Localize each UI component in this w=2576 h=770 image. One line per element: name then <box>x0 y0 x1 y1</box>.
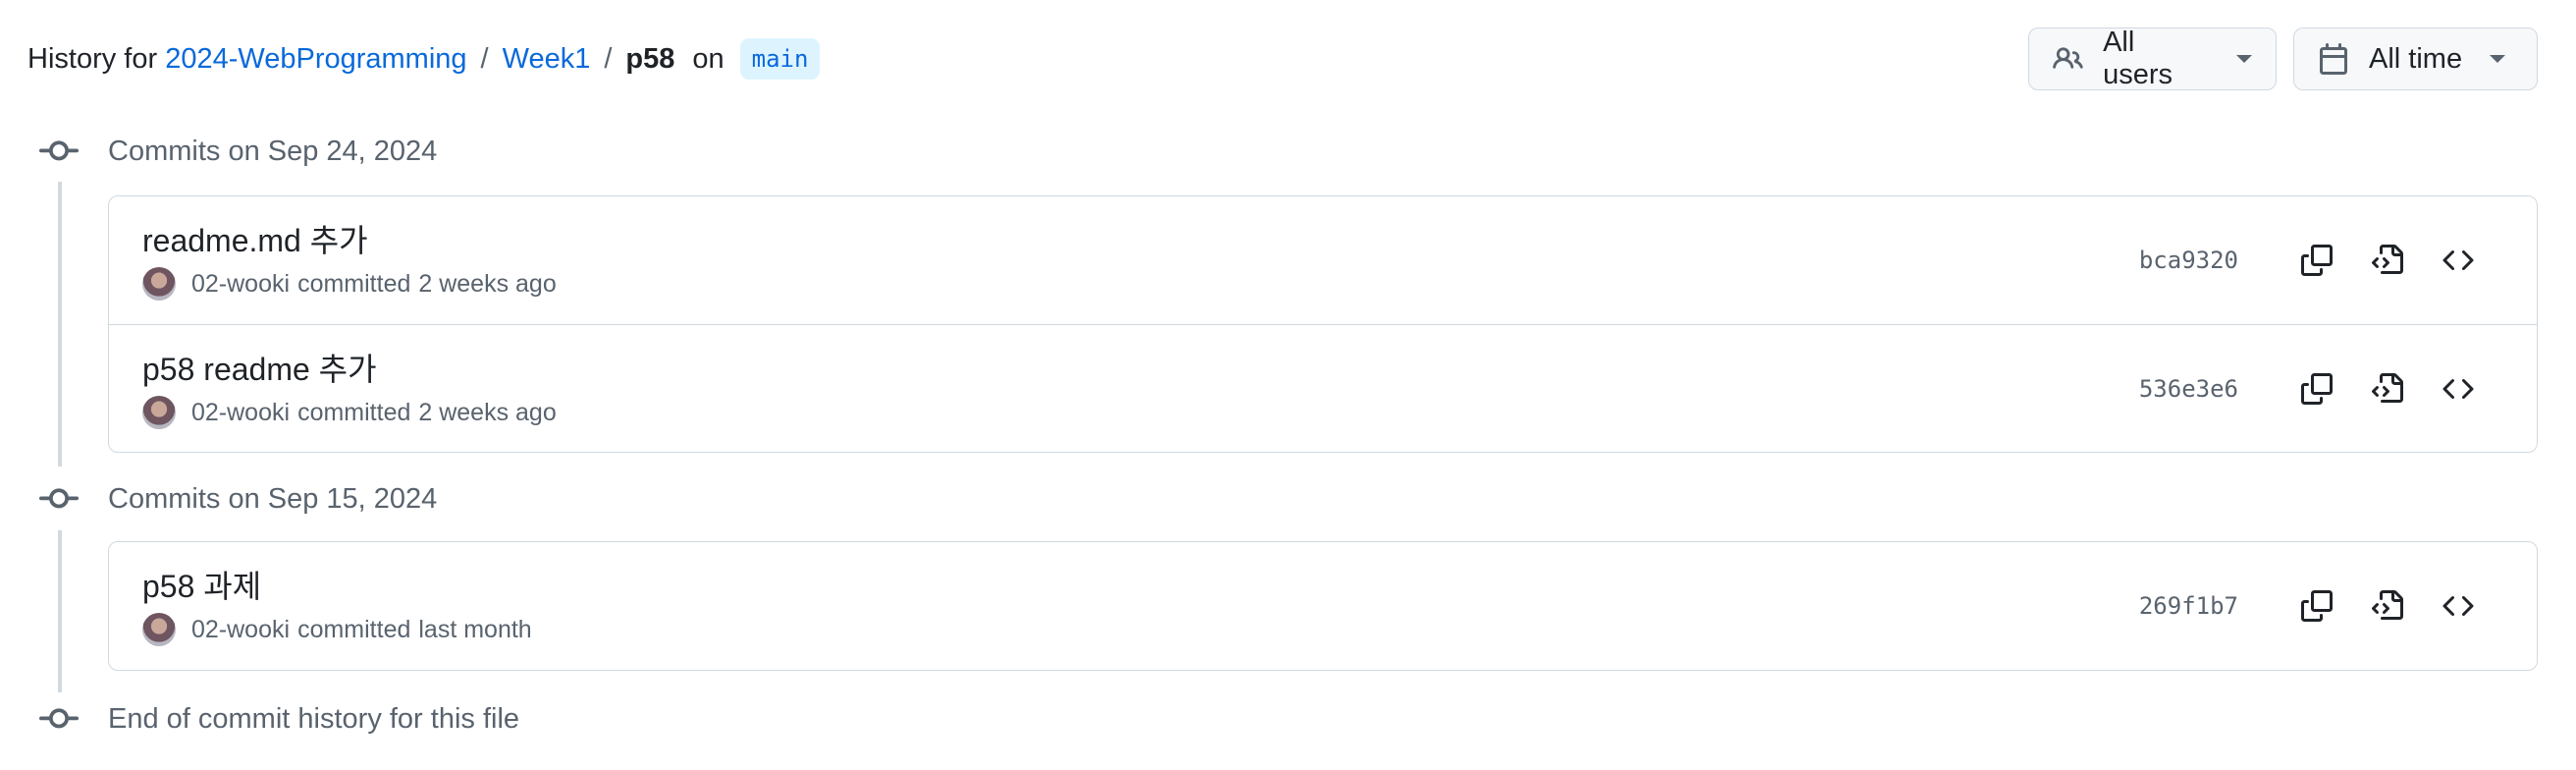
timeline-line <box>58 530 62 692</box>
git-commit-icon <box>39 488 79 509</box>
commit-author[interactable]: 02-wooki <box>191 399 290 427</box>
commit-group-heading: Commits on Sep 24, 2024 <box>39 132 437 171</box>
end-of-history-text: End of commit history for this file <box>108 702 520 735</box>
commit-row: p58 과제 02-wooki committed last month 269… <box>109 542 2537 670</box>
commit-row: readme.md 추가 02-wooki committed 2 weeks … <box>109 196 2537 324</box>
commit-actions: 536e3e6 <box>2139 325 2480 452</box>
file-name: p58 <box>625 42 675 75</box>
commit-message[interactable]: p58 readme 추가 <box>142 345 377 390</box>
git-commit-icon <box>39 140 79 161</box>
commit-group-date: Commits on Sep 24, 2024 <box>108 135 438 167</box>
code-icon[interactable] <box>2437 239 2480 282</box>
commit-list: p58 과제 02-wooki committed last month 269… <box>108 541 2538 671</box>
end-of-history: End of commit history for this file <box>39 699 519 739</box>
commit-sha[interactable]: 269f1b7 <box>2139 592 2238 620</box>
copy-icon[interactable] <box>2295 239 2338 282</box>
commit-sha[interactable]: 536e3e6 <box>2139 375 2238 403</box>
commit-actions: 269f1b7 <box>2139 542 2480 670</box>
history-breadcrumb: History for 2024-WebProgramming / Week1 … <box>27 29 821 88</box>
history-prefix: History for <box>27 42 158 75</box>
all-time-label: All time <box>2369 42 2463 75</box>
timeline-line <box>58 182 62 467</box>
commit-sha[interactable]: bca9320 <box>2139 247 2238 274</box>
commit-author[interactable]: 02-wooki <box>191 270 290 299</box>
avatar[interactable] <box>142 613 176 646</box>
copy-icon[interactable] <box>2295 584 2338 628</box>
commit-time: 2 weeks ago <box>418 398 557 426</box>
file-code-icon[interactable] <box>2366 367 2409 411</box>
avatar[interactable] <box>142 267 176 301</box>
branch-badge[interactable]: main <box>739 38 821 80</box>
commit-actions: bca9320 <box>2139 196 2480 324</box>
commit-action: committed <box>297 269 411 298</box>
commit-list: readme.md 추가 02-wooki committed 2 weeks … <box>108 195 2538 453</box>
commit-row: p58 readme 추가 02-wooki committed 2 weeks… <box>109 324 2537 452</box>
all-time-button[interactable]: All time <box>2293 28 2538 90</box>
commit-author[interactable]: 02-wooki <box>191 616 290 644</box>
people-icon <box>2053 47 2083 69</box>
repo-link[interactable]: 2024-WebProgramming <box>165 43 466 76</box>
copy-icon[interactable] <box>2295 367 2338 411</box>
commit-action: committed <box>297 398 411 426</box>
folder-link[interactable]: Week1 <box>503 43 591 76</box>
on-label: on <box>692 42 724 75</box>
all-users-label: All users <box>2103 27 2173 90</box>
caret-down-icon <box>2236 55 2252 63</box>
commit-time: last month <box>418 615 532 643</box>
breadcrumb-separator: / <box>480 42 489 75</box>
code-icon[interactable] <box>2437 584 2480 628</box>
commit-message[interactable]: readme.md 추가 <box>142 216 368 261</box>
commit-message[interactable]: p58 과제 <box>142 562 261 607</box>
all-users-button[interactable]: All users <box>2028 27 2277 90</box>
code-icon[interactable] <box>2437 367 2480 411</box>
breadcrumb-separator: / <box>604 42 613 75</box>
calendar-icon <box>2320 43 2347 75</box>
commit-meta: 02-wooki committed 2 weeks ago <box>142 396 557 429</box>
commit-group-heading: Commits on Sep 15, 2024 <box>39 479 437 519</box>
commit-meta: 02-wooki committed 2 weeks ago <box>142 267 557 301</box>
file-code-icon[interactable] <box>2366 239 2409 282</box>
commit-action: committed <box>297 615 411 643</box>
caret-down-icon <box>2490 55 2506 63</box>
avatar[interactable] <box>142 396 176 429</box>
file-code-icon[interactable] <box>2366 584 2409 628</box>
commit-meta: 02-wooki committed last month <box>142 613 532 646</box>
commit-time: 2 weeks ago <box>418 269 557 298</box>
git-commit-icon <box>39 708 79 729</box>
commit-group-date: Commits on Sep 15, 2024 <box>108 482 438 515</box>
